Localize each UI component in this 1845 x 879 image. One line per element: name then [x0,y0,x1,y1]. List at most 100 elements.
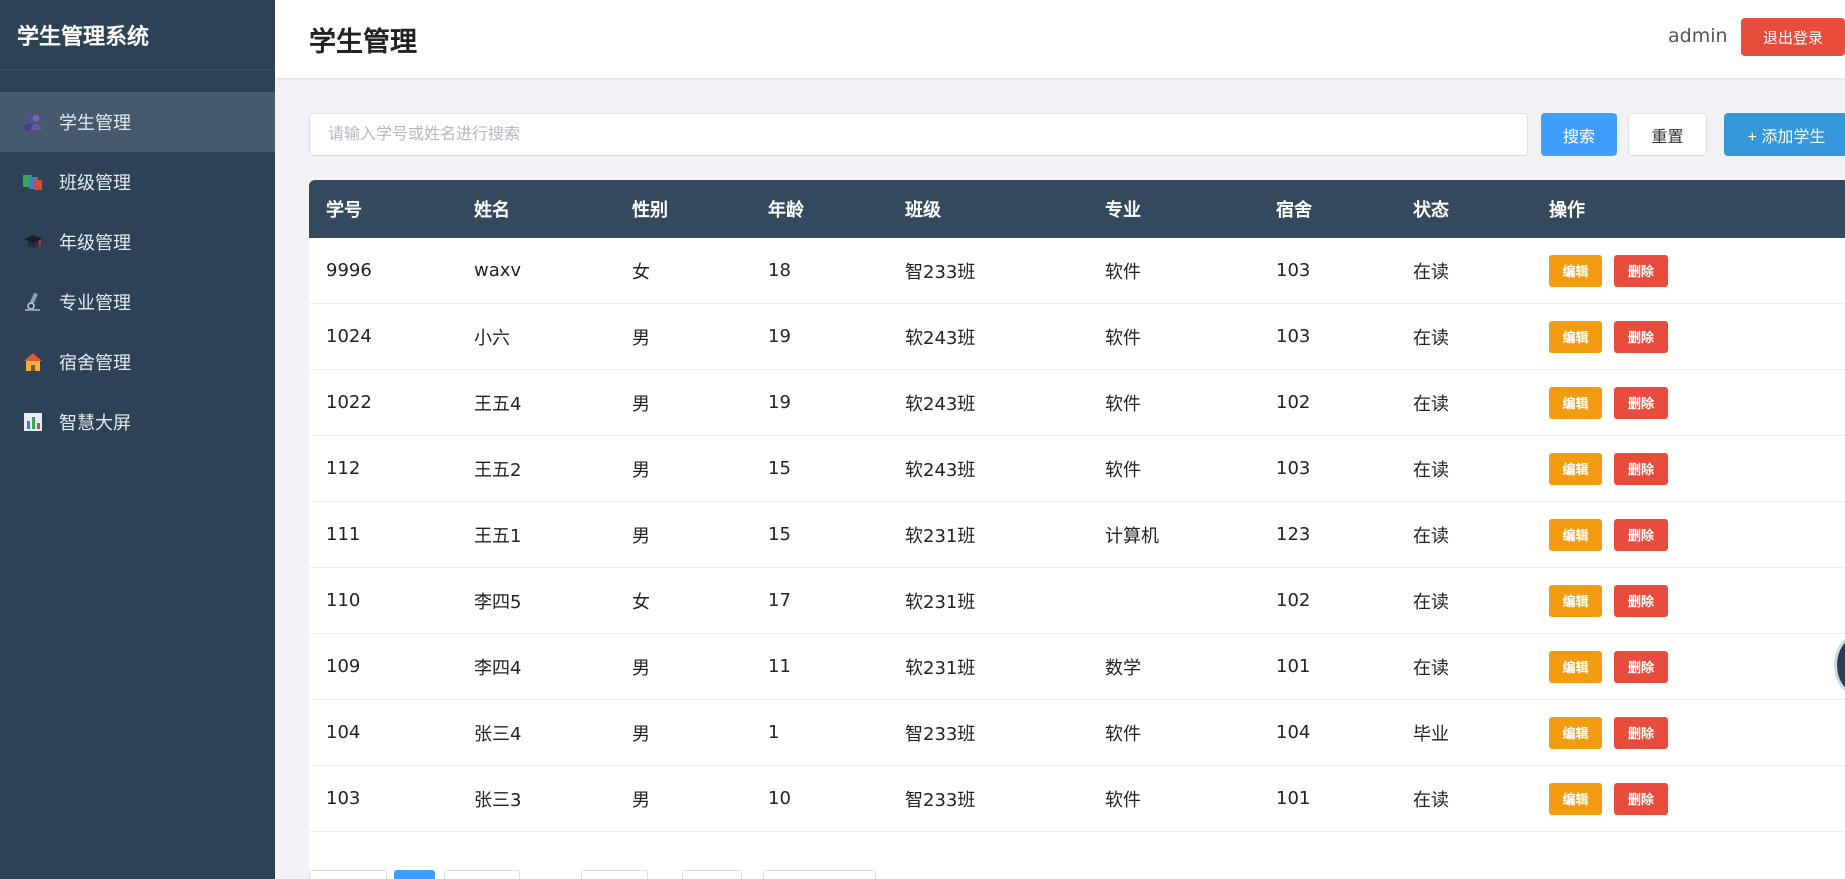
table-cell: 123 [1276,524,1311,545]
table-cell: 101 [1276,656,1311,677]
sidebar-item-label: 学生管理 [59,113,131,134]
column-header: 状态 [1413,200,1449,221]
logout-button[interactable]: 退出登录 [1741,18,1845,56]
sidebar-item-label: 智慧大屏 [59,413,131,434]
table-cell: 110 [326,590,361,611]
sidebar-item-dorms[interactable]: 宿舍管理 [0,332,275,392]
edit-button[interactable]: 编辑 [1549,320,1602,353]
sidebar-item-label: 班级管理 [59,173,131,194]
table-cell: 男 [632,657,650,679]
table-cell: 104 [1276,722,1311,743]
table-cell: 10 [768,788,791,809]
table-row: 1024 小六 男 19 软243班 软件 103 在读 编辑 删除 [309,304,1845,370]
add-student-button[interactable]: + 添加学生 [1724,113,1845,156]
delete-button[interactable]: 删除 [1614,518,1668,551]
edit-button[interactable]: 编辑 [1549,518,1602,551]
table-cell: 111 [326,524,361,545]
row-actions: 编辑 删除 [1532,584,1832,617]
table-row: 104 张三4 男 1 智233班 软件 104 毕业 编辑 删除 [309,700,1845,766]
table-cell: 在读 [1413,657,1449,679]
edit-button[interactable]: 编辑 [1549,254,1602,287]
edit-button[interactable]: 编辑 [1549,452,1602,485]
delete-button[interactable]: 删除 [1614,584,1668,617]
delete-button[interactable]: 删除 [1614,716,1668,749]
table-cell: 17 [768,590,791,611]
table-cell: 102 [1276,590,1311,611]
edit-button[interactable]: 编辑 [1549,782,1602,815]
table-cell: 小六 [474,327,510,349]
sidebar-item-students[interactable]: 学生管理 [0,92,275,152]
table-cell: 软231班 [905,657,976,679]
column-header: 学号 [326,200,362,221]
delete-button[interactable]: 删除 [1614,254,1668,287]
current-user: admin [1668,25,1728,47]
row-actions: 编辑 删除 [1532,254,1832,287]
table-cell: 1 [768,722,780,743]
delete-button[interactable]: 删除 [1614,452,1668,485]
delete-button[interactable]: 删除 [1614,782,1668,815]
sidebar: 学生管理系统 学生管理 班级管理 年级管理 专业管理 宿舍管理 智慧大屏 [0,0,275,879]
row-actions: 编辑 删除 [1532,320,1832,353]
table-cell: 智233班 [905,723,976,745]
search-button[interactable]: 搜索 [1541,113,1617,156]
table-cell: 9996 [326,260,372,281]
table-cell: 在读 [1413,327,1449,349]
table-cell: 在读 [1413,789,1449,811]
edit-button[interactable]: 编辑 [1549,584,1602,617]
table-cell: 王五1 [474,525,522,547]
sidebar-item-majors[interactable]: 专业管理 [0,272,275,332]
table-cell: 女 [632,591,650,613]
table-header: 学号 姓名 性别 年龄 班级 专业 宿舍 状态 操作 [309,180,1845,238]
table-cell: 智233班 [905,789,976,811]
sidebar-item-grades[interactable]: 年级管理 [0,212,275,272]
page-prev-button[interactable] [309,870,387,879]
table-cell: 软243班 [905,327,976,349]
grade-icon [22,231,44,253]
students-table: 学号 姓名 性别 年龄 班级 专业 宿舍 状态 操作 9996 waxv 女 18 智2… [309,180,1845,879]
page-number-button[interactable] [444,870,520,879]
table-row: 1022 王五4 男 19 软243班 软件 102 在读 编辑 删除 [309,370,1845,436]
delete-button[interactable]: 删除 [1614,320,1668,353]
table-cell: 软231班 [905,525,976,547]
table-cell: 19 [768,392,791,413]
column-header: 专业 [1105,200,1141,221]
delete-button[interactable]: 删除 [1614,650,1668,683]
table-cell: 女 [632,261,650,283]
table-body: 9996 waxv 女 18 智233班 软件 103 在读 编辑 删除 1024 小六男 19 软243… [309,238,1845,832]
page-number-button[interactable] [581,870,648,879]
column-header: 操作 [1549,200,1585,221]
sidebar-menu: 学生管理 班级管理 年级管理 专业管理 宿舍管理 智慧大屏 [0,92,275,452]
table-cell: 男 [632,327,650,349]
column-header: 班级 [905,200,941,221]
row-actions: 编辑 删除 [1532,386,1832,419]
table-cell: 103 [326,788,361,809]
table-cell: 王五4 [474,393,522,415]
class-icon [22,171,44,193]
table-cell: 1022 [326,392,372,413]
sidebar-item-dashboard[interactable]: 智慧大屏 [0,392,275,452]
table-cell: 计算机 [1105,525,1159,547]
table-cell: 男 [632,525,650,547]
search-input[interactable] [309,113,1528,156]
sidebar-item-classes[interactable]: 班级管理 [0,152,275,212]
column-header: 姓名 [474,200,510,221]
page-number-button[interactable] [682,870,742,879]
page-number-button[interactable] [394,870,435,879]
table-cell: 张三3 [474,789,522,811]
app-root: 学生管理系统 学生管理 班级管理 年级管理 专业管理 宿舍管理 智慧大屏 学生管… [0,0,1845,879]
column-header: 年龄 [768,200,804,221]
table-cell: 智233班 [905,261,976,283]
delete-button[interactable]: 删除 [1614,386,1668,419]
edit-button[interactable]: 编辑 [1549,716,1602,749]
edit-button[interactable]: 编辑 [1549,650,1602,683]
app-brand: 学生管理系统 [0,0,275,70]
table-cell: 软243班 [905,393,976,415]
table-cell: 102 [1276,392,1311,413]
row-actions: 编辑 删除 [1532,782,1832,815]
reset-button[interactable]: 重置 [1628,113,1707,156]
table-cell: 数学 [1105,657,1141,679]
table-cell: 软件 [1105,723,1141,745]
page-next-button[interactable] [763,870,876,879]
table-cell: 109 [326,656,361,677]
edit-button[interactable]: 编辑 [1549,386,1602,419]
